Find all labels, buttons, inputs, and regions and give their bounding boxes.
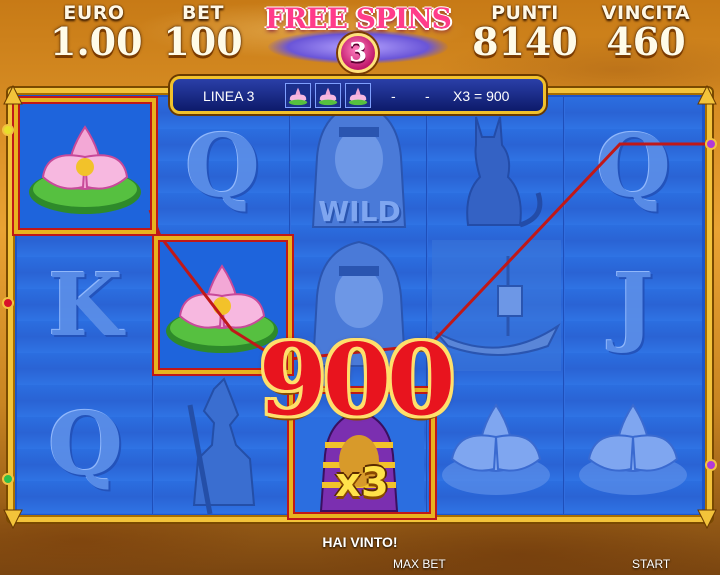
free-spins-logo: FREE SPINS 3 [258,0,458,84]
bet-display: BET 100 [163,2,243,64]
start-button[interactable]: START [632,557,670,571]
win-highlight-box [14,98,156,234]
payline-marker [2,124,14,136]
cat-icon [466,116,543,228]
reel-4 [428,97,565,514]
vincita-value: 460 [606,19,686,64]
mini-lotus-icon [285,83,311,108]
q-letter: Q [596,116,671,217]
corner-ornament-icon [697,509,717,530]
line-label: LINEA 3 [203,88,255,104]
corner-ornament-icon [3,84,23,105]
empty-slot-dash: - [391,88,396,104]
corner-ornament-icon [3,509,23,530]
j-symbol: J [565,236,702,375]
wild-label: WILD [318,195,401,228]
j-letter: J [613,255,654,356]
q-symbol: Q [154,97,291,236]
bet-value: 100 [163,19,243,64]
pharaoh-wild-symbol: WILD [291,97,428,236]
line-win-text: X3 = 900 [453,88,510,104]
q-symbol: Q [565,97,702,236]
mini-lotus-icon [315,83,341,108]
payline-marker [2,297,14,309]
payline-marker [2,473,14,485]
win-multiplier: x3 [335,460,389,506]
win-amount: 900 [258,323,456,438]
empty-slot-dash: - [425,88,430,104]
payline-marker [705,459,717,471]
punti-display: PUNTI 8140 [466,2,584,64]
punti-value: 8140 [472,19,578,64]
k-letter: K [48,255,123,356]
free-spins-count: 3 [338,33,378,73]
lotus-faded-icon [579,403,687,495]
mini-lotus-icon [345,83,371,108]
euro-value: 1.00 [50,19,143,64]
k-symbol: K [17,236,154,375]
win-message: HAI VINTO! [322,534,398,550]
euro-display: EURO 1.00 [50,2,143,64]
payline-info-bar: LINEA 3 - - X3 = 900 [170,76,546,114]
max-bet-button[interactable]: MAX BET [393,557,446,571]
lotus-faded-symbol [565,375,702,514]
q-letter: Q [48,394,123,495]
payline-marker [705,138,717,150]
free-spins-title: FREE SPINS [265,2,452,35]
q-symbol: Q [17,375,154,514]
corner-ornament-icon [697,84,717,105]
cat-symbol [428,97,565,236]
vincita-display: VINCITA 460 [598,2,694,64]
reel-5: Q J [565,97,702,514]
q-letter: Q [185,116,260,217]
